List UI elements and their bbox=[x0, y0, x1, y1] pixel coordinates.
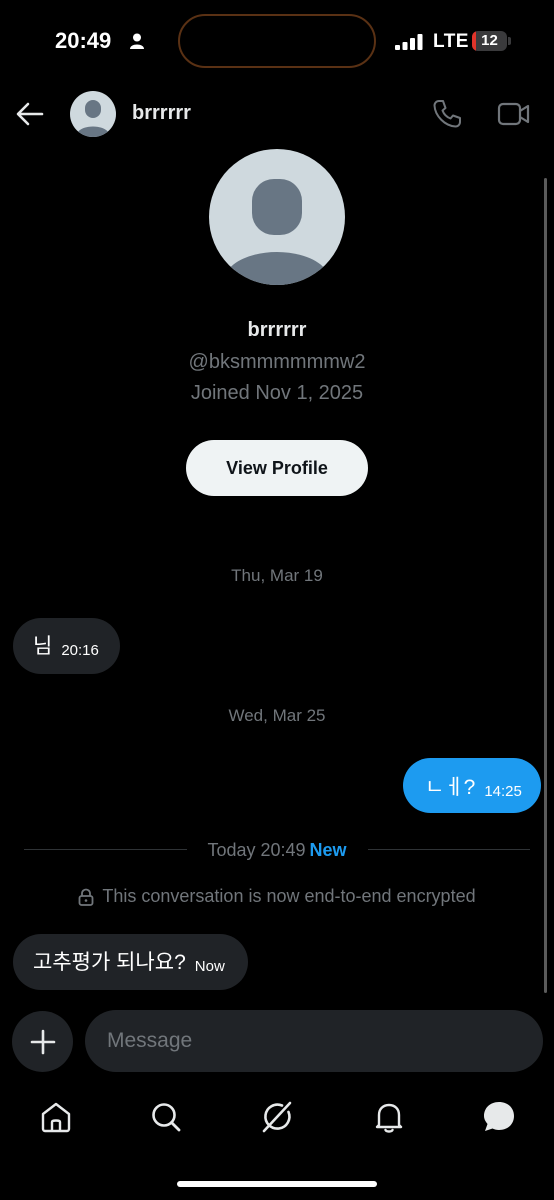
header-name[interactable]: brrrrrr bbox=[132, 102, 191, 125]
person-status-icon bbox=[130, 33, 144, 49]
received-message-bubble[interactable]: 고추평가 되나요? Now bbox=[13, 934, 248, 990]
profile-joined-date: Joined Nov 1, 2025 bbox=[190, 382, 364, 404]
tab-notifications[interactable] bbox=[369, 1097, 409, 1137]
message-time: 14:25 bbox=[484, 783, 522, 800]
sent-message-bubble[interactable]: ㄴㅔ? 14:25 bbox=[403, 758, 541, 813]
message-time: 20:16 bbox=[61, 642, 99, 659]
home-indicator[interactable] bbox=[177, 1181, 377, 1187]
message-text: 고추평가 되나요? bbox=[33, 951, 186, 974]
video-camera-icon[interactable] bbox=[497, 98, 531, 130]
notifications-bell-icon bbox=[375, 1103, 403, 1133]
messages-icon bbox=[484, 1102, 514, 1131]
back-arrow-icon[interactable] bbox=[14, 98, 46, 130]
cellular-signal-icon bbox=[395, 34, 423, 50]
tab-messages[interactable] bbox=[479, 1097, 519, 1137]
date-separator: Wed, Mar 25 bbox=[228, 706, 326, 725]
message-text: 님 bbox=[33, 635, 53, 658]
tab-home[interactable] bbox=[36, 1097, 76, 1137]
profile-avatar[interactable] bbox=[209, 149, 345, 285]
new-messages-divider: Today 20:49 New bbox=[0, 840, 554, 861]
received-message-bubble[interactable]: 님 20:16 bbox=[13, 618, 120, 674]
status-time: 20:49 bbox=[55, 28, 112, 53]
header-avatar[interactable] bbox=[70, 91, 116, 137]
grok-icon bbox=[262, 1101, 292, 1133]
add-attachment-button[interactable] bbox=[12, 1011, 73, 1072]
battery-icon: 12 bbox=[472, 31, 507, 51]
profile-handle: @bksmmmmmmw2 bbox=[188, 351, 366, 373]
home-icon bbox=[41, 1102, 71, 1133]
dynamic-island bbox=[178, 14, 376, 68]
battery-level: 12 bbox=[481, 32, 498, 49]
network-type: LTE bbox=[433, 31, 469, 52]
new-badge: New bbox=[309, 840, 347, 860]
message-text: ㄴㅔ? bbox=[425, 776, 476, 799]
view-profile-button[interactable]: View Profile bbox=[186, 440, 368, 496]
message-input[interactable] bbox=[85, 1010, 543, 1072]
plus-icon bbox=[30, 1029, 55, 1054]
battery-nub bbox=[508, 37, 511, 45]
tab-grok[interactable] bbox=[257, 1097, 297, 1137]
today-timestamp: Today 20:49 bbox=[207, 840, 306, 860]
phone-icon[interactable] bbox=[430, 97, 464, 131]
lock-icon bbox=[78, 888, 94, 906]
encryption-notice: This conversation is now end-to-end encr… bbox=[0, 886, 554, 907]
default-avatar-icon bbox=[223, 179, 331, 285]
encryption-text: This conversation is now end-to-end encr… bbox=[102, 886, 476, 906]
message-time: Now bbox=[194, 958, 225, 975]
profile-name: brrrrrr bbox=[247, 319, 307, 341]
default-avatar-icon bbox=[76, 100, 110, 137]
search-icon bbox=[152, 1103, 181, 1132]
date-separator: Thu, Mar 19 bbox=[231, 566, 323, 585]
tab-search[interactable] bbox=[146, 1097, 186, 1137]
